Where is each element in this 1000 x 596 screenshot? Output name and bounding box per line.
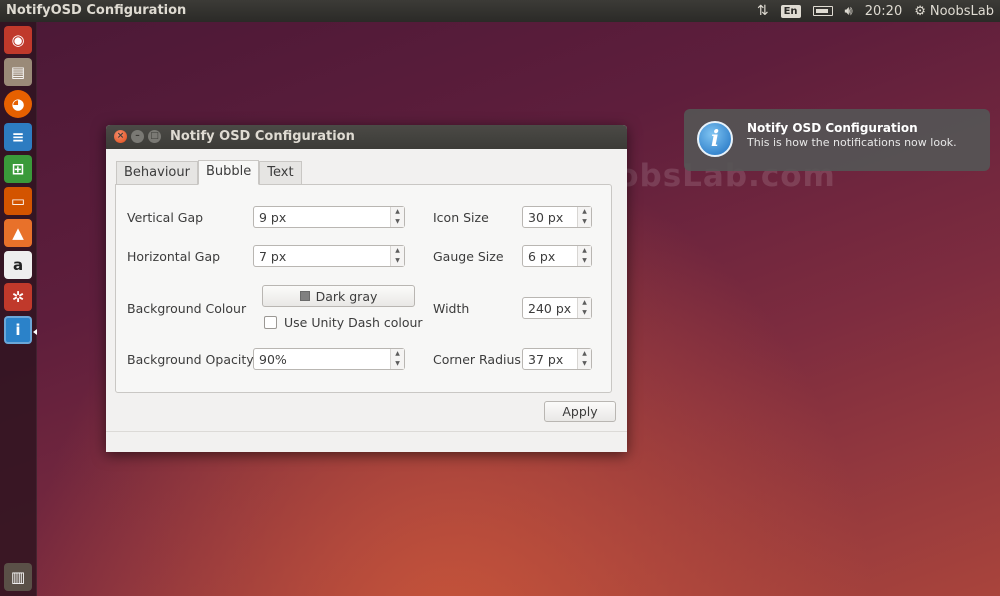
corner-radius-label: Corner Radius [433,352,521,367]
tab-bar: Behaviour Bubble Text [116,160,302,185]
spinner-buttons: ▲ ▼ [390,246,404,266]
window-titlebar[interactable]: × – □ Notify OSD Configuration [106,125,627,149]
firefox-icon[interactable]: ◕ [4,90,32,118]
increment-arrow-icon[interactable]: ▲ [578,207,591,217]
network-icon[interactable]: ⇅ [757,3,769,19]
increment-arrow-icon[interactable]: ▲ [578,349,591,359]
bubble-settings-panel: Vertical Gap 9 px ▲ ▼ Horizontal Gap 7 p… [115,184,612,393]
width-label: Width [433,301,470,316]
volume-icon[interactable]: 🔊︎ [845,4,853,19]
info-icon: i [697,121,733,157]
libreoffice-writer-icon[interactable]: ≡ [4,123,32,151]
corner-radius-value[interactable]: 37 px [528,352,563,367]
launcher: ◉ ▤ ◕ ≡ ⊞ ▭ ▲ a ✲ i ▥ [0,22,37,596]
config-window: × – □ Notify OSD Configuration Behaviour… [106,125,627,452]
increment-arrow-icon[interactable]: ▲ [578,298,591,308]
width-spinner[interactable]: 240 px ▲ ▼ [522,297,592,319]
status-bar [106,431,627,452]
vertical-gap-label: Vertical Gap [127,210,204,225]
libreoffice-calc-icon[interactable]: ⊞ [4,155,32,183]
decrement-arrow-icon[interactable]: ▼ [578,217,591,227]
spinner-buttons: ▲ ▼ [390,349,404,369]
spinner-buttons: ▲ ▼ [577,207,591,227]
background-opacity-value[interactable]: 90% [259,352,287,367]
maximize-button[interactable]: □ [148,130,161,143]
minimize-button[interactable]: – [131,130,144,143]
active-app-arrow [33,329,37,335]
use-unity-dash-row[interactable]: Use Unity Dash colour [264,315,423,330]
gear-icon: ⚙ [914,3,926,19]
libreoffice-impress-icon[interactable]: ▭ [4,187,32,215]
gauge-size-spinner[interactable]: 6 px ▲ ▼ [522,245,592,267]
increment-arrow-icon[interactable]: ▲ [578,246,591,256]
spinner-buttons: ▲ ▼ [577,298,591,318]
notification-body: This is how the notifications now look. [747,136,957,149]
horizontal-gap-label: Horizontal Gap [127,249,221,264]
horizontal-gap-spinner[interactable]: 7 px ▲ ▼ [253,245,405,267]
notification-bubble: i Notify OSD Configuration This is how t… [684,109,990,171]
corner-radius-spinner[interactable]: 37 px ▲ ▼ [522,348,592,370]
spinner-buttons: ▲ ▼ [390,207,404,227]
decrement-arrow-icon[interactable]: ▼ [391,359,404,369]
spinner-buttons: ▲ ▼ [577,349,591,369]
indicator-area: ⇅ En 🔊︎ 20:20 ⚙ NoobsLab [757,0,994,22]
decrement-arrow-icon[interactable]: ▼ [578,256,591,266]
tab-behaviour[interactable]: Behaviour [116,161,198,185]
user-name: NoobsLab [929,3,994,19]
tab-text[interactable]: Text [259,161,302,185]
background-opacity-spinner[interactable]: 90% ▲ ▼ [253,348,405,370]
software-center-icon[interactable]: ▲ [4,219,32,247]
horizontal-gap-value[interactable]: 7 px [259,249,286,264]
files-icon[interactable]: ▤ [4,58,32,86]
battery-icon[interactable] [812,6,833,16]
increment-arrow-icon[interactable]: ▲ [391,207,404,217]
background-colour-button[interactable]: Dark gray [262,285,415,307]
icon-size-label: Icon Size [433,210,489,225]
spinner-buttons: ▲ ▼ [577,246,591,266]
ubuntu-dash-icon[interactable]: ◉ [4,26,32,54]
vertical-gap-value[interactable]: 9 px [259,210,286,225]
top-panel: NotifyOSD Configuration ⇅ En 🔊︎ 20:20 ⚙ … [0,0,1000,22]
increment-arrow-icon[interactable]: ▲ [391,246,404,256]
background-colour-value: Dark gray [315,288,378,304]
notifyosd-config-icon[interactable]: i [4,316,32,344]
vertical-gap-spinner[interactable]: 9 px ▲ ▼ [253,206,405,228]
decrement-arrow-icon[interactable]: ▼ [391,217,404,227]
decrement-arrow-icon[interactable]: ▼ [578,308,591,318]
active-app-title: NotifyOSD Configuration [6,3,187,18]
session-menu[interactable]: ⚙ NoobsLab [914,4,994,19]
amazon-icon[interactable]: a [4,251,32,279]
width-value[interactable]: 240 px [528,301,571,316]
keyboard-layout-indicator[interactable]: En [780,4,801,18]
decrement-arrow-icon[interactable]: ▼ [578,359,591,369]
icon-size-spinner[interactable]: 30 px ▲ ▼ [522,206,592,228]
icon-size-value[interactable]: 30 px [528,210,563,225]
tab-bubble[interactable]: Bubble [197,160,260,185]
background-colour-label: Background Colour [127,301,247,316]
background-opacity-label: Background Opacity [127,352,254,367]
decrement-arrow-icon[interactable]: ▼ [391,256,404,266]
notification-title: Notify OSD Configuration [747,121,918,135]
gauge-size-value[interactable]: 6 px [528,249,555,264]
close-button[interactable]: × [114,130,127,143]
system-settings-icon[interactable]: ✲ [4,283,32,311]
use-unity-dash-label[interactable]: Use Unity Dash colour [284,315,423,330]
clock[interactable]: 20:20 [865,4,902,19]
trash-icon[interactable]: ▥ [4,563,32,591]
gauge-size-label: Gauge Size [433,249,504,264]
window-title: Notify OSD Configuration [170,129,355,144]
colour-swatch [299,291,310,301]
increment-arrow-icon[interactable]: ▲ [391,349,404,359]
use-unity-dash-checkbox[interactable] [264,316,277,329]
apply-button[interactable]: Apply [544,401,616,422]
